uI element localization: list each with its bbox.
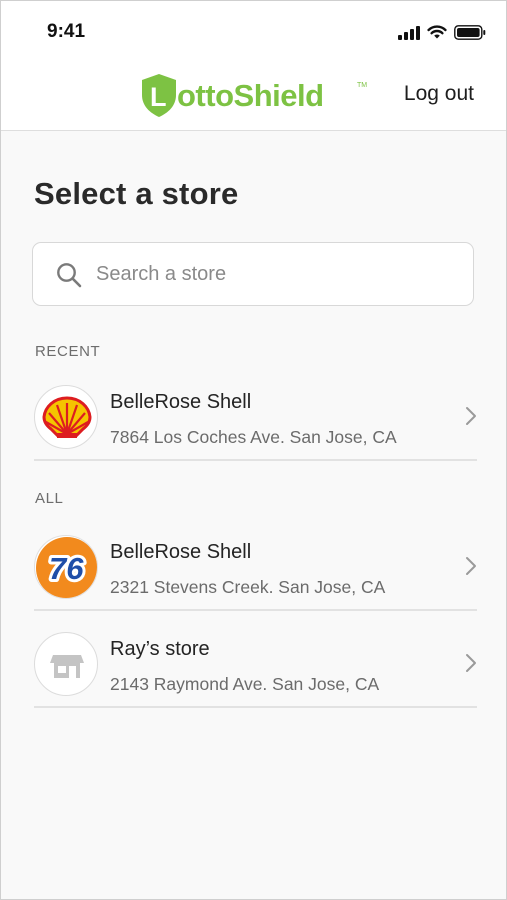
chevron-right-icon (466, 654, 476, 672)
status-icons (398, 25, 486, 40)
svg-text:TM: TM (357, 82, 367, 89)
store-row[interactable]: 76 76 BelleRose Shell 2321 Stevens Creek… (34, 525, 477, 611)
store-row[interactable]: Ray’s store 2143 Raymond Ave. San Jose, … (34, 622, 477, 708)
logout-button[interactable]: Log out (404, 82, 474, 106)
76-logo-icon: 76 76 (34, 535, 98, 599)
status-bar: 9:41 (1, 1, 506, 61)
store-name: BelleRose Shell (110, 541, 252, 563)
svg-text:ottoShield: ottoShield (177, 78, 324, 113)
store-address: 2321 Stevens Creek. San Jose, CA (110, 577, 386, 597)
search-input[interactable] (96, 255, 456, 293)
status-time: 9:41 (47, 21, 86, 42)
svg-text:L: L (150, 82, 167, 112)
search-box[interactable] (32, 242, 474, 306)
section-label-all: ALL (35, 490, 64, 507)
store-address: 2143 Raymond Ave. San Jose, CA (110, 674, 380, 694)
store-row-recent[interactable]: BelleRose Shell 7864 Los Coches Ave. San… (34, 375, 477, 461)
lottoshield-logo: L ottoShield TM (139, 71, 371, 126)
app-screen: 9:41 L ottoShield TM Log out Select a st… (0, 0, 507, 900)
wifi-icon (427, 25, 447, 39)
svg-text:76: 76 (49, 551, 84, 586)
search-icon (57, 263, 82, 288)
store-name: Ray’s store (110, 638, 210, 660)
chevron-right-icon (466, 407, 476, 425)
store-name: BelleRose Shell (110, 391, 252, 413)
store-address: 7864 Los Coches Ave. San Jose, CA (110, 427, 397, 447)
page-title: Select a store (34, 176, 239, 211)
chevron-right-icon (466, 557, 476, 575)
section-label-recent: RECENT (35, 343, 101, 360)
battery-icon (454, 25, 486, 40)
cellular-signal-icon (398, 25, 420, 40)
shell-logo-icon (34, 385, 98, 449)
storefront-icon (34, 632, 98, 696)
app-header: L ottoShield TM Log out (1, 61, 506, 131)
